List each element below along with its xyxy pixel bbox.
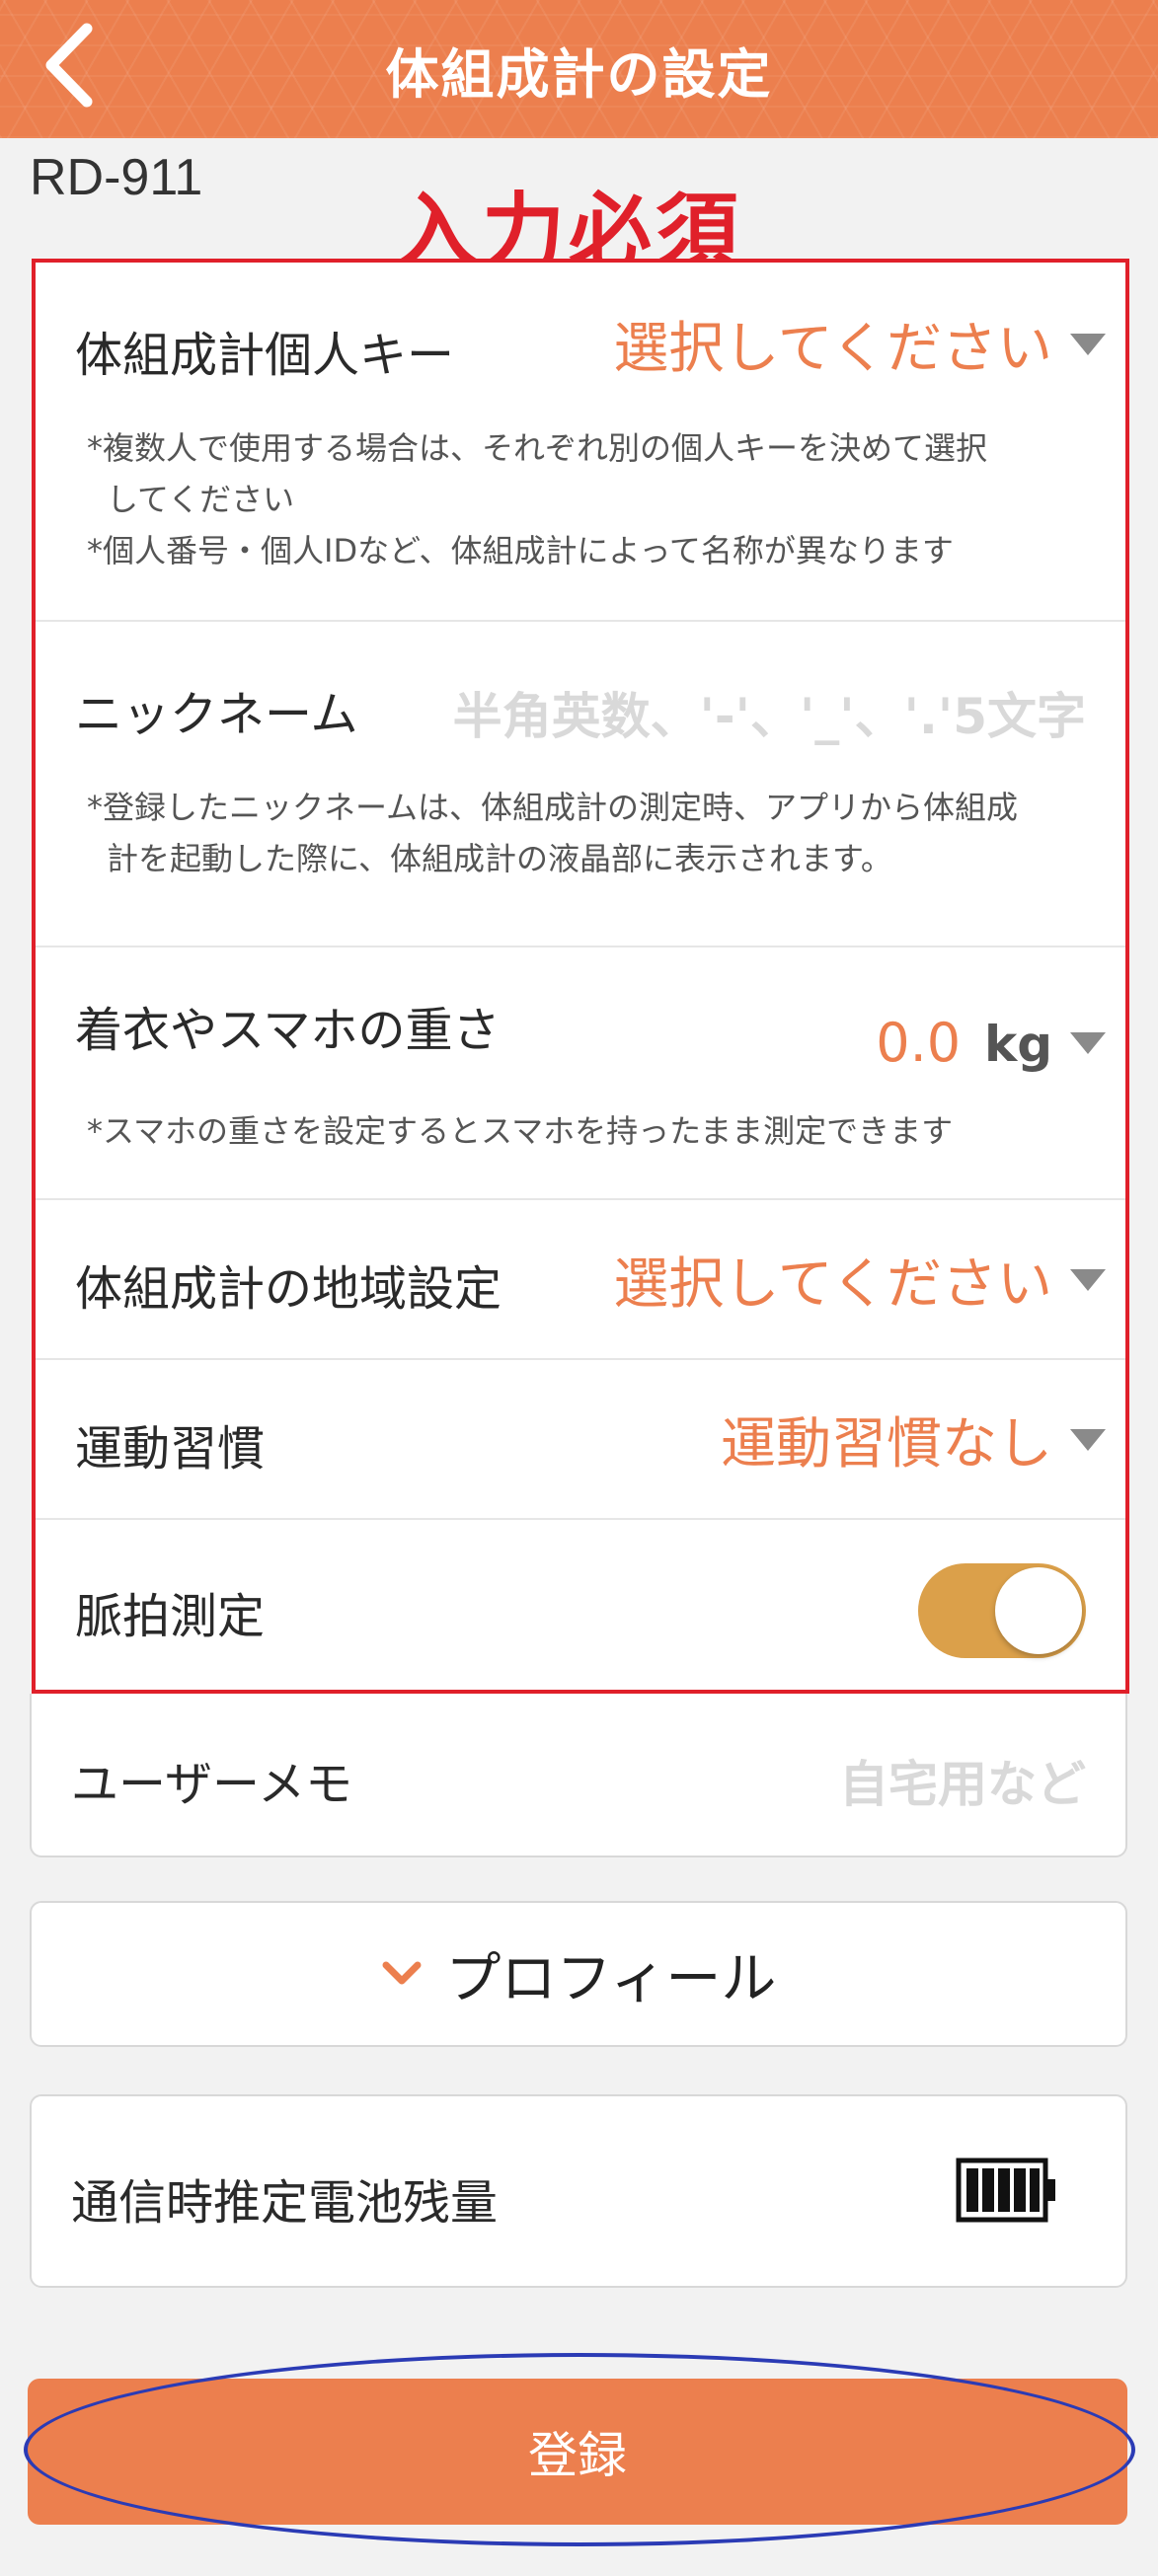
dropdown-triangle-icon [1070,1031,1106,1054]
user-memo-label: ユーザーメモ [71,1757,353,1812]
pulse-row: 脈拍測定 [36,1520,1125,1690]
chevron-down-icon [382,1961,422,1985]
battery-full-icon [956,2158,1055,2223]
clothing-weight-value: 0.0 [876,1012,962,1074]
user-memo-input[interactable]: 自宅用など [839,1745,1086,1816]
nickname-row: ニックネーム 半角英数、'-'、'_'、'.'5文字 *登録したニックネームは、… [36,622,1125,947]
toggle-knob [995,1567,1082,1654]
personal-key-row[interactable]: 体組成計個人キー 選択してください *複数人で使用する場合は、それぞれ別の個人キ… [36,263,1125,622]
dropdown-triangle-icon [1070,1428,1106,1451]
region-row[interactable]: 体組成計の地域設定 選択してください [36,1200,1125,1360]
region-label: 体組成計の地域設定 [75,1261,502,1317]
battery-label: 通信時推定電池残量 [71,2175,499,2231]
battery-row: 通信時推定電池残量 [30,2094,1127,2288]
back-chevron-icon [45,23,93,108]
back-button[interactable] [20,16,118,114]
exercise-select[interactable]: 運動習慣なし [721,1400,1106,1479]
model-name: RD-911 [30,149,203,206]
clothing-weight-row[interactable]: 着衣やスマホの重さ 0.0 kg *スマホの重さを設定するとスマホを持ったまま測… [36,947,1125,1200]
nickname-input[interactable]: 半角英数、'-'、'_'、'.'5文字 [453,677,1086,748]
register-button[interactable]: 登録 [28,2379,1127,2525]
personal-key-label: 体組成計個人キー [75,328,455,383]
exercise-label: 運動習慣 [75,1421,266,1477]
profile-expand-button[interactable]: プロフィール [30,1901,1127,2047]
exercise-value: 運動習慣なし [721,1412,1052,1477]
personal-key-note: *複数人で使用する場合は、それぞれ別の個人キーを決めて選択 してください *個人… [87,422,1086,576]
note-line: *個人番号・個人IDなど、体組成計によって名称が異なります [87,532,954,569]
clothing-weight-label: 着衣やスマホの重さ [75,1003,501,1058]
pulse-label: 脈拍測定 [75,1589,266,1644]
note-line: *複数人で使用する場合は、それぞれ別の個人キーを決めて選択 [87,429,988,467]
profile-label: プロフィール [445,1946,777,2011]
exercise-row[interactable]: 運動習慣 運動習慣なし [36,1360,1125,1520]
note-line: 計を起動した際に、体組成計の液晶部に表示されます。 [107,840,892,877]
dropdown-triangle-icon [1070,333,1106,355]
app-header: 体組成計の設定 [0,0,1158,138]
clothing-weight-unit: kg [983,1016,1052,1073]
required-fields-group: 体組成計個人キー 選択してください *複数人で使用する場合は、それぞれ別の個人キ… [32,259,1129,1694]
clothing-weight-select[interactable]: 0.0 kg [876,1011,1106,1075]
nickname-label: ニックネーム [75,687,358,742]
nickname-note: *登録したニックネームは、体組成計の測定時、アプリから体組成 計を起動した際に、… [87,782,1086,884]
personal-key-value: 選択してください [613,317,1052,381]
region-value: 選択してください [613,1252,1052,1317]
personal-key-select[interactable]: 選択してください [613,304,1106,384]
note-line: *登録したニックネームは、体組成計の測定時、アプリから体組成 [87,789,1019,826]
region-select[interactable]: 選択してください [613,1240,1106,1320]
pulse-toggle[interactable] [918,1563,1086,1658]
clothing-weight-note: *スマホの重さを設定するとスマホを持ったまま測定できます [87,1112,954,1150]
page-title: 体組成計の設定 [385,42,773,106]
note-line: してください [107,481,295,518]
user-memo-row: ユーザーメモ 自宅用など [30,1694,1127,1857]
dropdown-triangle-icon [1070,1268,1106,1291]
